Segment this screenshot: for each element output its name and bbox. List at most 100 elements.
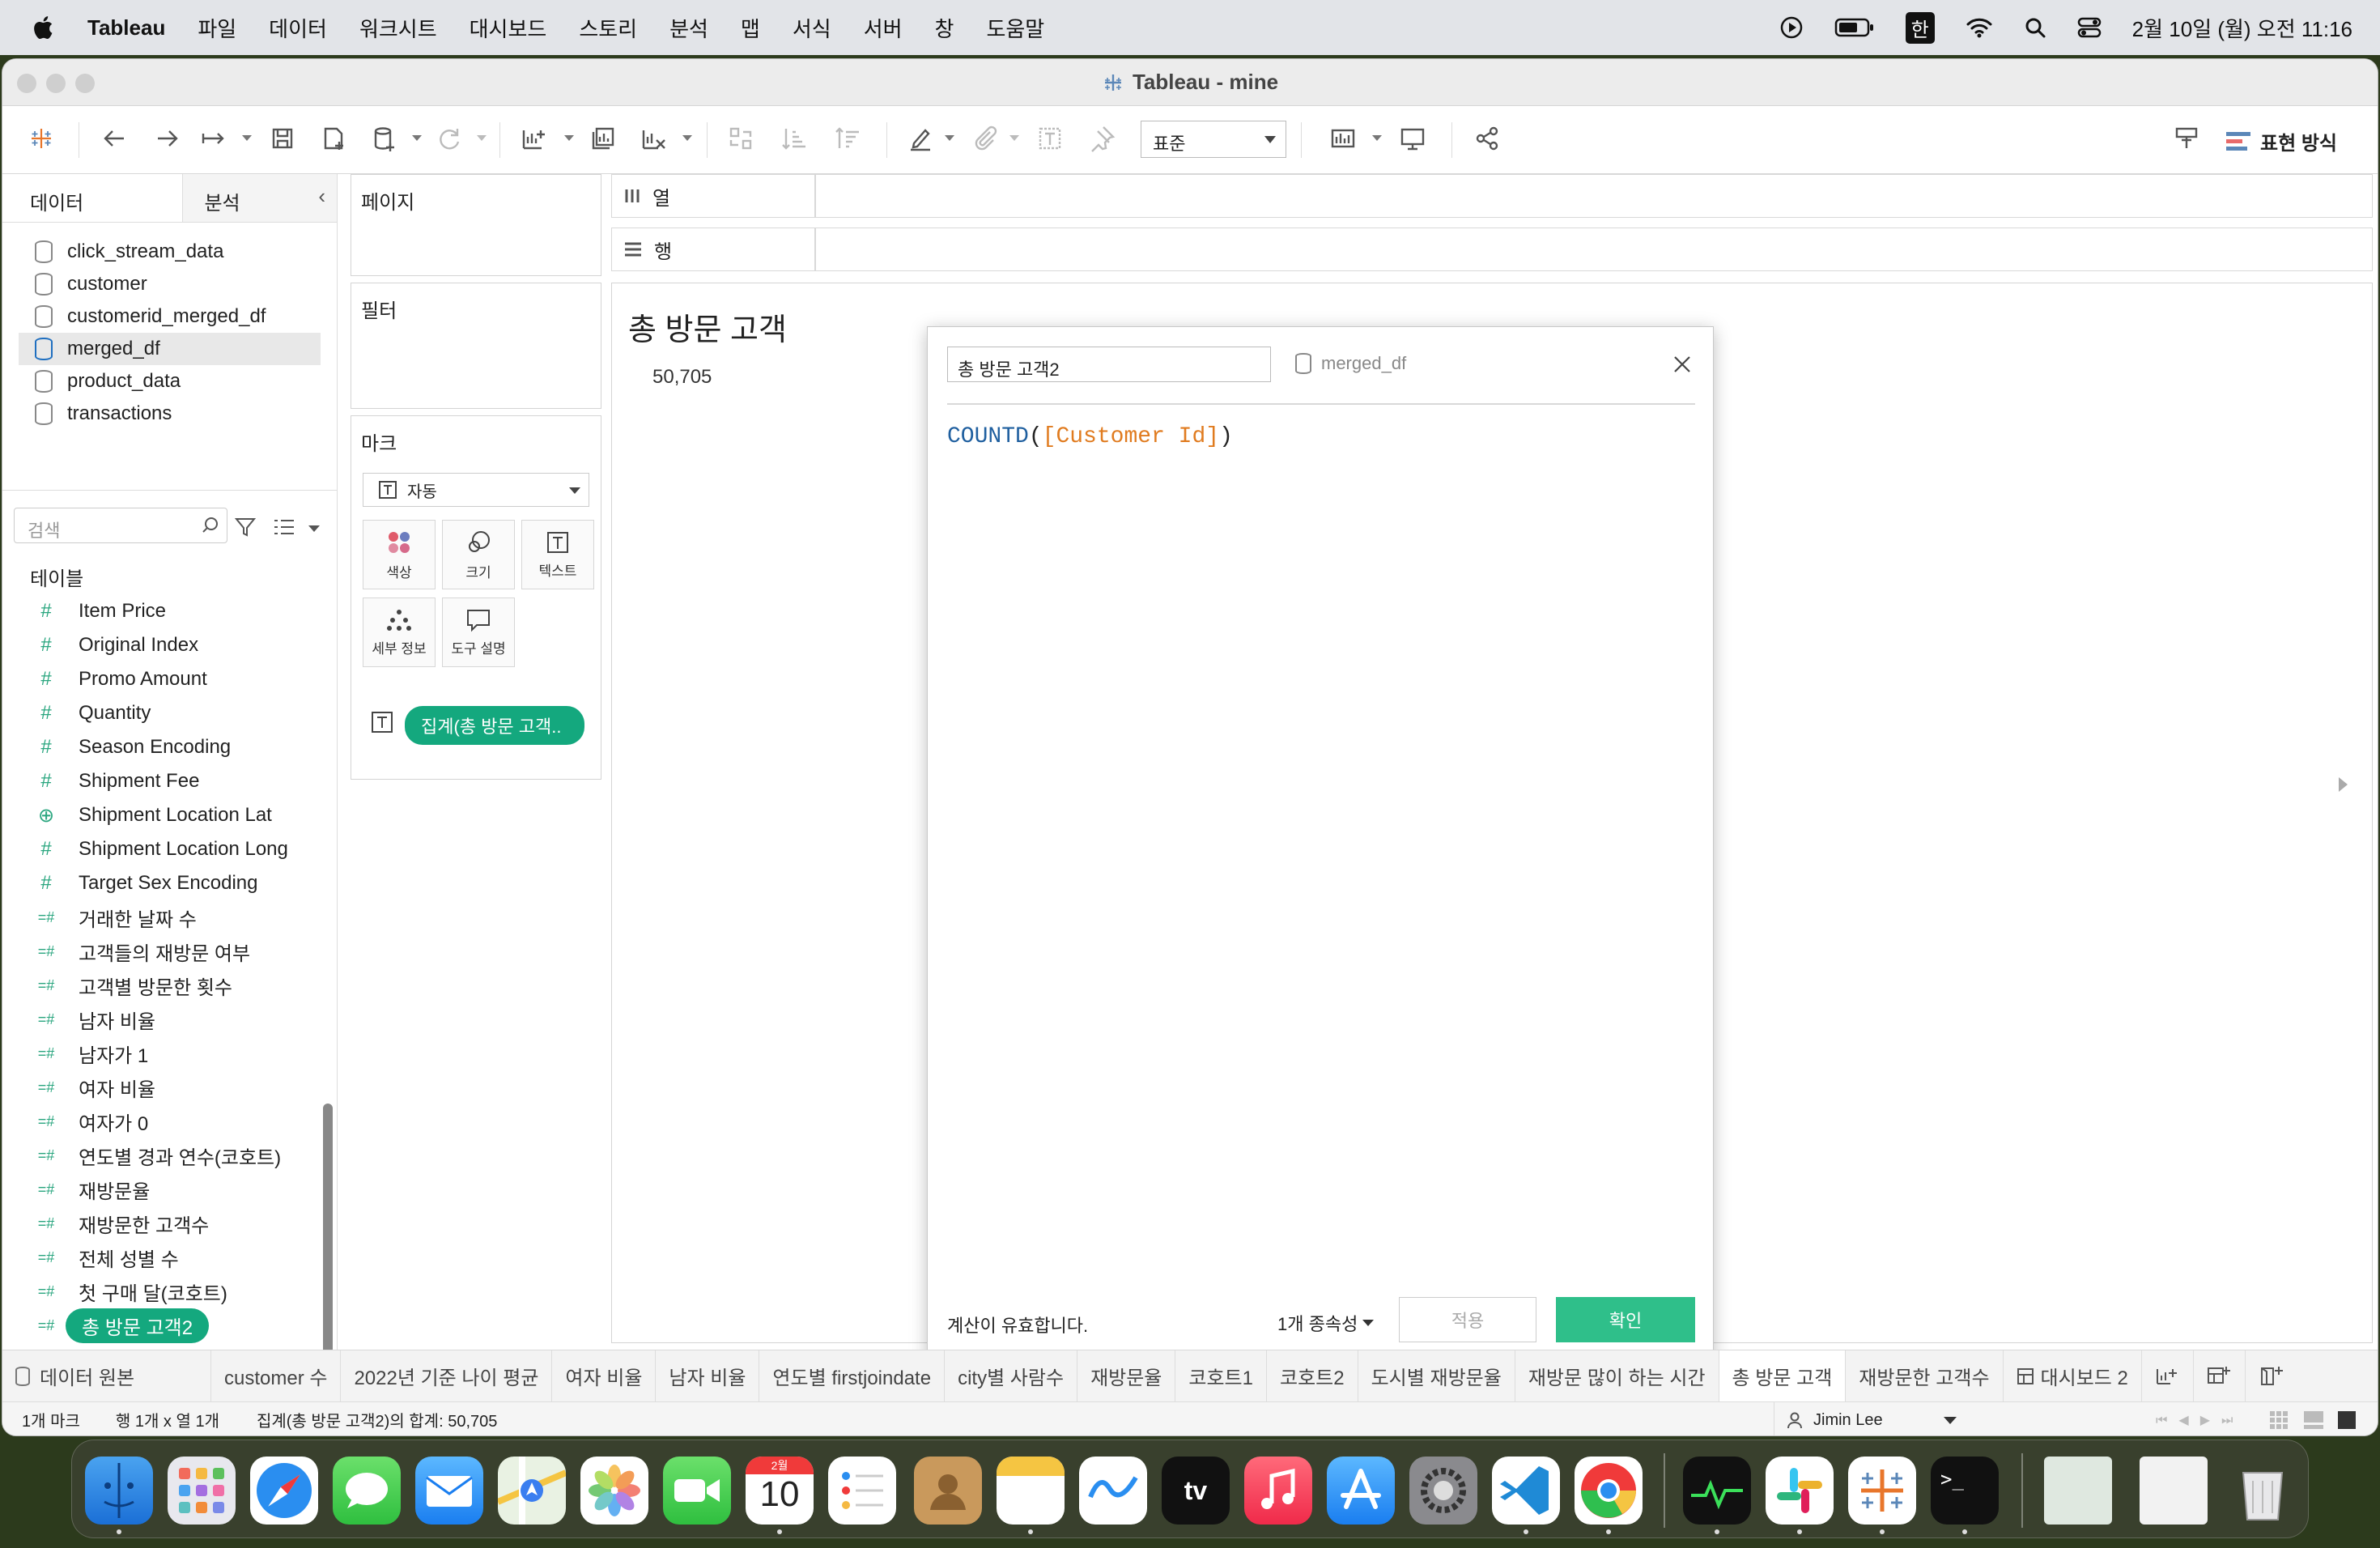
filter-icon[interactable] [234, 516, 257, 538]
field-item[interactable]: # Shipment Fee [2, 764, 318, 798]
datasource-item[interactable]: transactions [2, 398, 337, 430]
apple-tv-icon[interactable]: tv [1162, 1457, 1230, 1525]
ok-button[interactable]: 확인 [1556, 1297, 1695, 1342]
field-item-selected[interactable]: =# 총 방문 고객2 [2, 1308, 318, 1343]
mail-icon[interactable] [415, 1457, 483, 1525]
field-item[interactable]: =# 재방문한 고객수 [2, 1206, 318, 1240]
minimize-window-button[interactable] [46, 74, 66, 93]
refresh-icon[interactable] [433, 122, 465, 155]
new-datasource-icon[interactable] [318, 122, 351, 155]
pin-workbook-icon[interactable] [2170, 122, 2203, 155]
close-dialog-icon[interactable] [1672, 355, 1692, 374]
field-item[interactable]: =# 고객들의 재방문 여부 [2, 934, 318, 968]
new-worksheet-icon[interactable] [517, 122, 550, 155]
swap-rows-columns-icon[interactable] [725, 122, 757, 155]
pages-card[interactable]: 페이지 [351, 174, 601, 276]
tabs-view-icon[interactable] [2337, 1410, 2357, 1430]
view-options-dropdown-icon[interactable] [308, 525, 320, 532]
slack-icon[interactable] [1766, 1457, 1834, 1525]
sheet-tab[interactable]: 재방문율 [1077, 1350, 1176, 1401]
fix-axes-icon[interactable] [1086, 122, 1118, 155]
calc-formula-editor[interactable]: COUNTD([Customer Id]) [947, 424, 1695, 1234]
apple-menu-icon[interactable] [29, 14, 55, 41]
menu-file[interactable]: 파일 [198, 13, 236, 43]
group-dropdown-icon[interactable] [1009, 135, 1019, 141]
datasource-item[interactable]: product_data [2, 365, 337, 398]
photos-icon[interactable] [580, 1457, 648, 1525]
datasource-item-active[interactable]: merged_df [19, 333, 321, 365]
calc-name-input[interactable]: 총 방문 고객2 [947, 347, 1271, 382]
clear-sheet-dropdown-icon[interactable] [682, 135, 692, 141]
reminders-icon[interactable] [828, 1457, 896, 1525]
collapse-pane-icon[interactable]: ‹ [318, 184, 325, 209]
filters-card[interactable]: 필터 [351, 283, 601, 409]
sheet-tab[interactable]: 코호트2 [1267, 1350, 1358, 1401]
datasource-item[interactable]: customer [2, 268, 337, 300]
group-members-icon[interactable] [969, 122, 1001, 155]
app-store-icon[interactable] [1327, 1457, 1395, 1525]
new-story-tab-button[interactable] [2246, 1350, 2297, 1401]
field-item[interactable]: =# 전체 성별 수 [2, 1240, 318, 1274]
menu-map[interactable]: 맵 [741, 13, 760, 43]
save-icon[interactable] [266, 122, 299, 155]
view-value[interactable]: 50,705 [652, 366, 712, 389]
clear-sheet-icon[interactable] [637, 122, 669, 155]
dependencies-dropdown[interactable]: 1개 종속성 [1277, 1310, 1375, 1336]
user-menu[interactable]: Jimin Lee [1774, 1402, 1970, 1435]
field-item[interactable]: ⊕ Shipment Location Lat [2, 798, 318, 832]
field-item[interactable]: =# 첫 구매 달(코호트) [2, 1274, 318, 1308]
activity-monitor-icon[interactable] [1683, 1457, 1751, 1525]
terminal-icon[interactable]: >_ [1931, 1457, 1999, 1525]
contacts-icon[interactable] [914, 1457, 982, 1525]
sheet-tab[interactable]: 연도별 firstjoindate [759, 1350, 946, 1401]
presentation-mode-icon[interactable] [1396, 122, 1429, 155]
sort-ascending-icon[interactable] [778, 122, 810, 155]
menu-app-name[interactable]: Tableau [87, 15, 165, 40]
field-item[interactable]: =# 여자 비율 [2, 1070, 318, 1104]
highlight-icon[interactable] [904, 122, 937, 155]
field-item[interactable]: # Shipment Location Long [2, 832, 318, 866]
show-hide-cards-icon[interactable] [1327, 122, 1359, 155]
maps-icon[interactable] [496, 1457, 567, 1525]
field-item[interactable]: =# 고객별 방문한 횟수 [2, 968, 318, 1002]
system-settings-icon[interactable] [1409, 1457, 1477, 1525]
color-mark-button[interactable]: 색상 [363, 520, 436, 589]
expand-right-icon[interactable] [2339, 777, 2348, 792]
share-icon[interactable] [1471, 122, 1503, 155]
messages-icon[interactable] [333, 1457, 401, 1525]
menu-worksheet[interactable]: 워크시트 [359, 13, 437, 43]
recent-document-icon[interactable] [2044, 1457, 2112, 1525]
sort-descending-icon[interactable] [831, 122, 864, 155]
datasource-dropdown-icon[interactable] [412, 135, 422, 141]
field-item[interactable]: # Quantity [2, 696, 318, 730]
launchpad-icon[interactable] [168, 1457, 236, 1525]
menu-dashboard[interactable]: 대시보드 [470, 13, 547, 43]
menu-story[interactable]: 스토리 [579, 13, 637, 43]
redo-icon[interactable] [151, 122, 184, 155]
dashboard-tab[interactable]: 대시보드 2 [2004, 1350, 2142, 1401]
sheet-tab[interactable]: 재방문 많이 하는 시간 [1515, 1350, 1719, 1401]
play-icon[interactable] [1779, 15, 1804, 40]
sheet-nav-arrows-icon[interactable]: ⏮◀▶⏭ [2156, 1412, 2244, 1428]
recent-download-icon[interactable] [2140, 1457, 2208, 1525]
highlight-dropdown-icon[interactable] [945, 135, 954, 141]
datasource-item[interactable]: customerid_merged_df [2, 300, 337, 333]
mark-type-select[interactable]: 자동 [363, 473, 589, 507]
new-worksheet-dropdown-icon[interactable] [564, 135, 574, 141]
field-item[interactable]: # Target Sex Encoding [2, 866, 318, 900]
spotlight-search-icon[interactable] [2024, 16, 2046, 39]
input-method-indicator[interactable]: 한 [1905, 11, 1935, 44]
field-item[interactable]: # Item Price [2, 594, 318, 628]
apply-button[interactable]: 적용 [1399, 1297, 1536, 1342]
datasource-icon[interactable] [368, 122, 401, 155]
menubar-clock[interactable]: 2월 10일 (월) 오전 11:16 [2132, 13, 2352, 43]
wifi-icon[interactable] [1966, 17, 1993, 38]
finder-icon[interactable] [85, 1457, 153, 1525]
show-mark-labels-icon[interactable] [1034, 122, 1066, 155]
tab-analysis[interactable]: 분석 ‹ [183, 174, 337, 222]
notes-icon[interactable] [997, 1457, 1065, 1525]
menu-help[interactable]: 도움말 [986, 13, 1044, 43]
trash-icon[interactable] [2229, 1457, 2297, 1525]
sheet-tab[interactable]: 2022년 기준 나이 평균 [341, 1350, 553, 1401]
vscode-icon[interactable] [1492, 1457, 1560, 1525]
